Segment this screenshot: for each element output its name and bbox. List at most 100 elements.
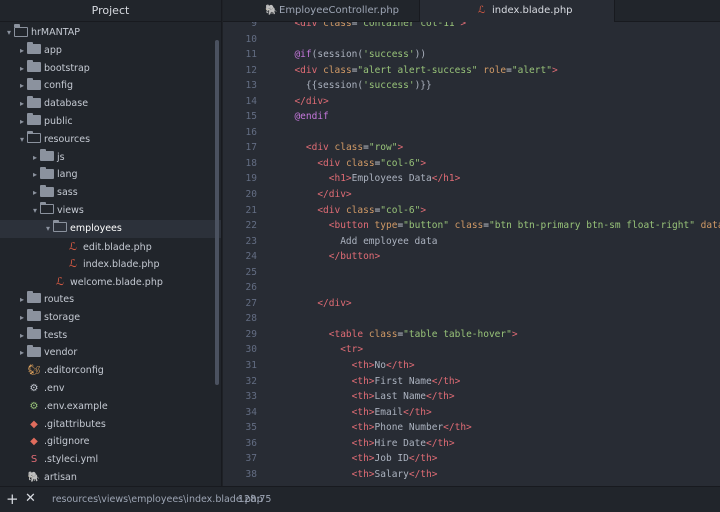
tree-item-label: vendor [44, 347, 78, 359]
code-line[interactable]: </div> [283, 187, 720, 203]
tree-item[interactable]: ▸ config [0, 77, 221, 95]
code-line[interactable]: <div class="col-6"> [283, 156, 720, 172]
tree-item-label: hrMANTAP [31, 27, 81, 38]
code-line[interactable]: <th>First Name</th> [283, 374, 720, 390]
tree-item-label: js [57, 151, 65, 163]
code-line[interactable]: <th>Job ID</th> [283, 451, 720, 467]
tree-item[interactable]: ⚙ .env.example [0, 398, 221, 416]
code-line[interactable]: <th>Salary</th> [283, 467, 720, 483]
tree-item[interactable]: ▸ bootstrap [0, 60, 221, 78]
code-line[interactable] [283, 311, 720, 327]
chevron-down-icon[interactable]: ▾ [43, 220, 53, 238]
chevron-right-icon[interactable]: ▸ [17, 113, 27, 131]
tree-item[interactable]: S .styleci.yml [0, 451, 221, 469]
line-number: 18 [245, 157, 257, 169]
tree-item[interactable]: ℒindex.blade.php [0, 255, 221, 273]
tree-item[interactable]: ▸ js [0, 149, 221, 167]
file-path[interactable]: resources\views\employees\index.blade.ph… [52, 494, 263, 505]
tree-item[interactable]: ▸ sass [0, 184, 221, 202]
chevron-right-icon[interactable]: ▸ [30, 166, 40, 184]
tree-scrollbar[interactable] [215, 40, 219, 385]
code-line[interactable]: Add employee data [283, 234, 720, 250]
code-area[interactable]: <div class="container col-11"> @if(sessi… [283, 22, 720, 480]
code-line[interactable] [283, 265, 720, 281]
tree-item[interactable]: ▾ views [0, 201, 221, 220]
code-line[interactable] [283, 125, 720, 141]
tree-item[interactable]: ▸ lang [0, 166, 221, 184]
tree-item[interactable]: ▾ hrMANTAP [0, 24, 221, 42]
gear-icon: ⚙ [29, 400, 39, 412]
laravel-icon: ℒ [56, 275, 64, 289]
tree-item[interactable]: ⚙ .env [0, 380, 221, 398]
tree-item-label: .editorconfig [44, 365, 104, 377]
code-line[interactable] [283, 280, 720, 296]
chevron-right-icon[interactable]: ▸ [30, 184, 40, 202]
tree-item[interactable]: ◆ .gitattributes [0, 416, 221, 434]
code-line[interactable]: <div class="col-6"> [283, 203, 720, 219]
tree-item[interactable]: ℒwelcome.blade.php [0, 273, 221, 291]
code-line[interactable]: <div class="container col-11"> [283, 22, 720, 32]
chevron-down-icon[interactable]: ▾ [17, 131, 27, 149]
code-line[interactable]: <th>Email</th> [283, 405, 720, 421]
chevron-right-icon[interactable]: ▸ [17, 291, 27, 309]
laravel-icon: ℒ [69, 257, 77, 271]
chevron-right-icon[interactable]: ▸ [30, 149, 40, 167]
tree-item[interactable]: ◆ .gitignore [0, 433, 221, 451]
code-line[interactable]: </div> [283, 296, 720, 312]
code-editor[interactable]: 9 10 11 12 13 14 15 16 17 18 19 20 21 22 23 24 25 26 27 28 2… [223, 22, 720, 486]
tree-item[interactable]: 🐿 .editorconfig [0, 362, 221, 380]
close-icon[interactable]: ✕ [25, 491, 36, 506]
tree-item[interactable]: ▸ vendor [0, 344, 221, 362]
tree-item[interactable]: ▸ routes [0, 291, 221, 309]
line-number-gutter: 9 10 11 12 13 14 15 16 17 18 19 20 21 22 23 24 25 26 27 28 2… [223, 22, 257, 480]
code-line[interactable] [283, 32, 720, 48]
code-line[interactable]: </div> [283, 94, 720, 110]
tree-item[interactable]: ▸ tests [0, 327, 221, 345]
code-line[interactable]: <th>Phone Number</th> [283, 420, 720, 436]
tree-item[interactable]: ▸ database [0, 95, 221, 113]
tree-item[interactable]: 🐘 artisan [0, 469, 221, 486]
tree-item[interactable]: ▸ storage [0, 309, 221, 327]
code-line[interactable]: </button> [283, 249, 720, 265]
chevron-right-icon[interactable]: ▸ [17, 42, 27, 60]
code-line[interactable]: @if(session('success')) [283, 47, 720, 63]
tree-item[interactable]: ▾ resources [0, 130, 221, 149]
code-line[interactable]: @endif [283, 109, 720, 125]
line-number: 26 [245, 282, 257, 294]
cursor-position[interactable]: 128:75 [238, 494, 271, 505]
code-line[interactable]: <div class="row"> [283, 140, 720, 156]
code-line[interactable]: <th>Last Name</th> [283, 389, 720, 405]
chevron-right-icon[interactable]: ▸ [17, 95, 27, 113]
git-icon: ◆ [30, 418, 38, 430]
code-line[interactable]: <tr> [283, 342, 720, 358]
styleci-icon: S [30, 454, 38, 466]
tree-item[interactable]: ℒedit.blade.php [0, 238, 221, 256]
tab-label: EmployeeController.php [279, 5, 400, 16]
folder-icon [27, 291, 41, 304]
chevron-right-icon[interactable]: ▸ [17, 344, 27, 362]
chevron-right-icon[interactable]: ▸ [17, 309, 27, 327]
tree-item[interactable]: ▸ public [0, 113, 221, 131]
code-line[interactable]: <div class="alert alert-success" role="a… [283, 63, 720, 79]
line-number: 24 [245, 251, 257, 263]
chevron-right-icon[interactable]: ▸ [17, 60, 27, 78]
chevron-right-icon[interactable]: ▸ [17, 77, 27, 95]
tab-employee-controller[interactable]: 🐘 EmployeeController.php [223, 0, 419, 22]
code-line[interactable]: <button type="button" class="btn btn-pri… [283, 218, 720, 234]
tree-item[interactable]: ▸ app [0, 42, 221, 60]
code-line[interactable]: <th>No</th> [283, 358, 720, 374]
tree-item[interactable]: ▾ employees [0, 219, 221, 238]
chevron-right-icon[interactable]: ▸ [17, 327, 27, 345]
code-line[interactable]: {{session('success')}} [283, 78, 720, 94]
chevron-down-icon[interactable]: ▾ [4, 24, 14, 42]
code-line[interactable]: <h1>Employees Data</h1> [283, 171, 720, 187]
laravel-icon: ℒ [478, 5, 486, 16]
tab-index-blade[interactable]: ℒ index.blade.php [419, 0, 615, 23]
line-number: 23 [245, 235, 257, 247]
code-line[interactable]: <th>Hire Date</th> [283, 436, 720, 452]
add-icon[interactable]: + [6, 490, 19, 508]
line-number: 21 [245, 204, 257, 216]
panel-title: Project [0, 0, 221, 22]
chevron-down-icon[interactable]: ▾ [30, 202, 40, 220]
code-line[interactable]: <table class="table table-hover"> [283, 327, 720, 343]
